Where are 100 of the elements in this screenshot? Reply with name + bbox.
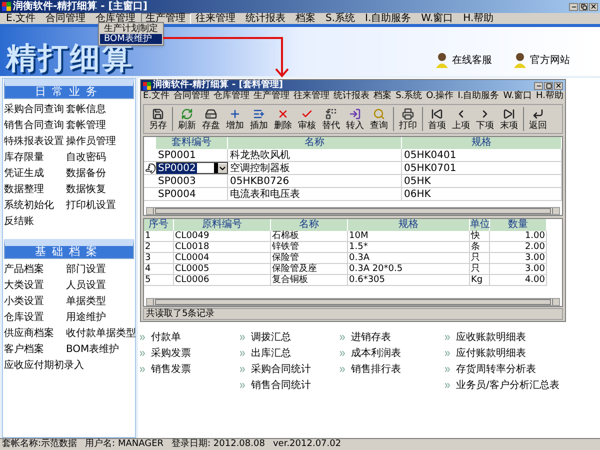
report-link[interactable]: 进销存表 <box>351 332 391 343</box>
sidebar-link[interactable]: 自改密码 <box>66 152 136 163</box>
sidebar-link[interactable]: 产品档案 <box>4 264 66 275</box>
table-cell: 05HK <box>402 175 562 187</box>
toolbar-button[interactable]: 首项 <box>425 108 449 130</box>
menu-item[interactable]: S.系统 <box>320 12 360 24</box>
sidebar-link[interactable]: 套帐信息 <box>66 104 136 115</box>
report-link[interactable]: 应付账款明细表 <box>456 348 526 359</box>
toolbar-button[interactable]: 插加 <box>247 108 271 130</box>
status-text: 登录日期: 2012.08.08 <box>172 440 265 449</box>
sidebar-link[interactable]: 采购合同查询 <box>4 104 66 115</box>
bullet-icon <box>445 383 450 388</box>
toolbar-button[interactable]: 审核 <box>295 108 319 130</box>
menu-item[interactable]: 往来管理 <box>190 12 240 24</box>
sidebar-link[interactable]: 人员设置 <box>66 280 136 291</box>
sidebar-link[interactable]: 收付款单据类型 <box>66 328 136 339</box>
sidebar-link[interactable]: 操作员管理 <box>66 136 136 147</box>
toolbar-button[interactable]: 末项 <box>497 108 521 130</box>
report-link[interactable]: 调拨汇总 <box>251 332 291 343</box>
toolbar-button[interactable]: 返回 <box>526 108 550 130</box>
menu-item[interactable]: I.自助服务 <box>360 12 416 24</box>
minimize-button[interactable] <box>569 2 578 10</box>
sidebar-link[interactable]: 客户档案 <box>4 344 66 355</box>
menu-item[interactable]: 合同管理 <box>174 92 210 101</box>
toolbar-button[interactable]: 删除 <box>271 108 295 130</box>
table-cell: Kg <box>470 275 490 286</box>
report-link[interactable]: 出库汇总 <box>251 348 291 359</box>
restore-button[interactable] <box>579 2 588 10</box>
sidebar-link[interactable]: 数据恢复 <box>66 184 136 195</box>
sidebar-link[interactable]: 用途维护 <box>66 312 136 323</box>
menu-item[interactable]: 档案 <box>290 12 320 24</box>
report-link[interactable]: 业务员/客户分析汇总表 <box>456 380 560 391</box>
menu-item[interactable]: E.文件 <box>143 92 170 101</box>
toolbar-button[interactable]: 转入 <box>343 108 367 130</box>
toolbar-button[interactable]: 上项 <box>449 108 473 130</box>
report-link[interactable]: 销售合同统计 <box>251 380 311 391</box>
toolbar-button[interactable]: 增加 <box>223 108 247 130</box>
toolbar-button[interactable]: 刷新 <box>175 108 199 130</box>
toolbar-button[interactable]: 替代 <box>319 108 343 130</box>
menu-item[interactable]: 合同管理 <box>40 12 90 24</box>
horizontal-scrollbar[interactable] <box>146 207 560 215</box>
maximize-button[interactable] <box>544 82 553 90</box>
sidebar-link[interactable]: 小类设置 <box>4 296 66 307</box>
sidebar-link[interactable]: 应收应付期初录入 <box>4 360 136 371</box>
sidebar-link[interactable]: 系统初始化 <box>4 200 66 211</box>
sidebar-link[interactable]: 套帐管理 <box>66 120 136 131</box>
sidebar-link[interactable]: 数据备份 <box>66 168 136 179</box>
report-link[interactable]: 销售排行表 <box>351 364 401 375</box>
sidebar-link[interactable]: 数据整理 <box>4 184 66 195</box>
menu-item[interactable]: O.操作 <box>426 92 454 101</box>
horizontal-scrollbar[interactable] <box>146 298 560 306</box>
menu-item[interactable]: 统计报表 <box>240 12 290 24</box>
close-button[interactable] <box>589 2 598 10</box>
menu-item[interactable]: E.文件 <box>1 12 40 24</box>
sidebar-link[interactable]: 库存限量 <box>4 152 66 163</box>
sidebar-link[interactable]: 销售合同查询 <box>4 120 66 131</box>
menu-item[interactable]: W.窗口 <box>503 92 532 101</box>
report-link[interactable]: 采购发票 <box>151 348 191 359</box>
menu-item[interactable]: S.系统 <box>396 92 422 101</box>
table-cell: 保险管 <box>271 253 348 264</box>
banner-link[interactable]: 在线客服 <box>434 52 492 68</box>
toolbar-button[interactable]: 查询 <box>367 108 391 130</box>
sidebar-link[interactable]: 反结账 <box>4 216 136 227</box>
dropdown-item[interactable]: BOM表维护 <box>100 34 162 44</box>
report-link[interactable]: 付款单 <box>151 332 181 343</box>
menu-item[interactable]: H.帮助 <box>458 12 499 24</box>
toolbar-button[interactable]: 打印 <box>396 108 420 130</box>
sidebar-link[interactable]: BOM表维护 <box>66 344 136 355</box>
close-button[interactable] <box>554 82 563 90</box>
toolbar-button[interactable]: 存盘 <box>199 108 223 130</box>
menu-item[interactable]: 生产管理 <box>254 92 290 101</box>
toolbar-button[interactable]: 下项 <box>473 108 497 130</box>
report-link[interactable]: 成本利润表 <box>351 348 401 359</box>
menu-item[interactable]: 档案 <box>374 92 392 101</box>
dropdown-item[interactable]: 生产计划制定 <box>100 24 162 34</box>
toolbar-button[interactable]: 另存 <box>146 108 170 130</box>
menu-item[interactable]: H.帮助 <box>536 92 564 101</box>
sidebar-link[interactable]: 打印机设置 <box>66 200 136 211</box>
banner-link[interactable]: 官方网站 <box>512 52 570 68</box>
sidebar-link[interactable]: 部门设置 <box>66 264 136 275</box>
menu-item[interactable]: 统计报表 <box>334 92 370 101</box>
section-header: 基础档案 <box>4 239 134 259</box>
report-link[interactable]: 销售发票 <box>151 364 191 375</box>
report-link[interactable]: 采购合同统计 <box>251 364 311 375</box>
menu-item[interactable]: 往来管理 <box>294 92 330 101</box>
menu-item[interactable]: W.窗口 <box>416 12 458 24</box>
sidebar-link[interactable]: 特殊报表设置 <box>4 136 66 147</box>
menu-item[interactable]: 仓库管理 <box>214 92 250 101</box>
minimize-button[interactable] <box>534 82 543 90</box>
report-link[interactable]: 应收账款明细表 <box>456 332 526 343</box>
sidebar-link[interactable]: 大类设置 <box>4 280 66 291</box>
sidebar-link[interactable]: 供应商档案 <box>4 328 66 339</box>
report-link[interactable]: 存货周转率分析表 <box>456 364 536 375</box>
sidebar-link[interactable]: 仓库设置 <box>4 312 66 323</box>
sidebar-link[interactable]: 凭证生成 <box>4 168 66 179</box>
code-dropdown[interactable]: SP0002 <box>156 162 228 174</box>
menu-item[interactable]: 仓库管理 <box>90 12 140 24</box>
sidebar-link[interactable]: 单据类型 <box>66 296 136 307</box>
menu-item[interactable]: I.自助服务 <box>458 92 500 101</box>
window-title: 润衡软件-精打细算 - [套料管理] <box>153 81 283 90</box>
